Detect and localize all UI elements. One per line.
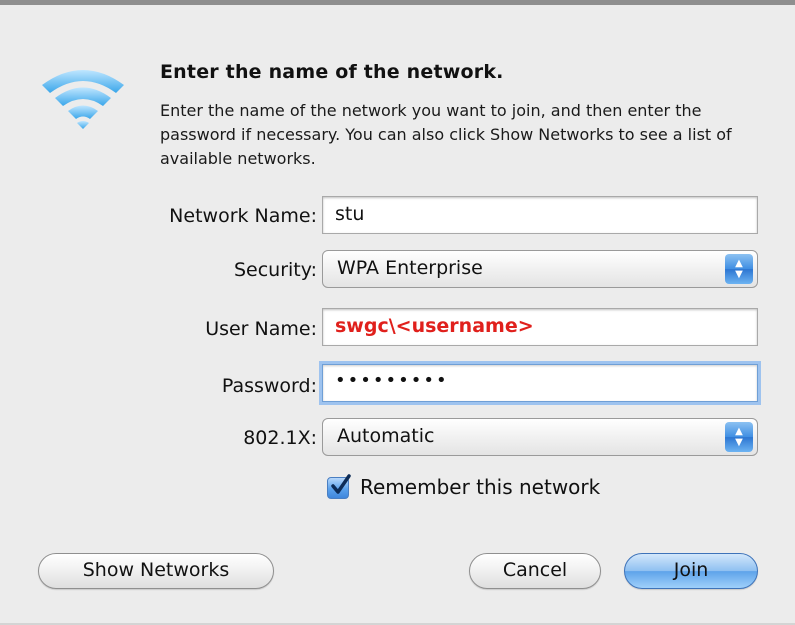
checkmark-icon xyxy=(331,474,351,494)
eap-selected-value: Automatic xyxy=(337,425,435,447)
network-name-field[interactable]: stu xyxy=(322,196,758,234)
popup-arrows-icon: ▲ ▼ xyxy=(725,254,753,284)
password-field[interactable]: ••••••••• xyxy=(322,364,758,402)
dialog-message: Enter the name of the network you want t… xyxy=(160,101,732,168)
network-name-value: stu xyxy=(335,203,365,225)
user-name-value: swgc\<username> xyxy=(335,315,534,337)
join-button[interactable]: Join xyxy=(624,553,758,589)
security-label: Security: xyxy=(233,259,317,281)
password-masked-value: ••••••••• xyxy=(335,370,449,391)
user-name-label: User Name: xyxy=(205,318,317,340)
security-selected-value: WPA Enterprise xyxy=(337,257,483,279)
network-name-label: Network Name: xyxy=(169,205,317,227)
wifi-icon xyxy=(42,70,124,129)
popup-arrows-icon: ▲ ▼ xyxy=(725,422,753,452)
remember-network-label[interactable]: Remember this network xyxy=(360,475,600,499)
password-label: Password: xyxy=(221,375,317,397)
show-networks-button[interactable]: Show Networks xyxy=(38,553,274,589)
remember-network-checkbox[interactable] xyxy=(327,474,351,499)
dialog-title: Enter the name of the network. xyxy=(160,61,504,83)
eap-label: 802.1X: xyxy=(243,427,317,449)
eap-popup[interactable]: Automatic ▲ ▼ xyxy=(322,418,758,456)
security-popup[interactable]: WPA Enterprise ▲ ▼ xyxy=(322,250,758,288)
user-name-field[interactable]: swgc\<username> xyxy=(322,308,758,346)
join-network-dialog: Enter the name of the network. Enter the… xyxy=(0,5,795,625)
cancel-button[interactable]: Cancel xyxy=(469,553,601,589)
